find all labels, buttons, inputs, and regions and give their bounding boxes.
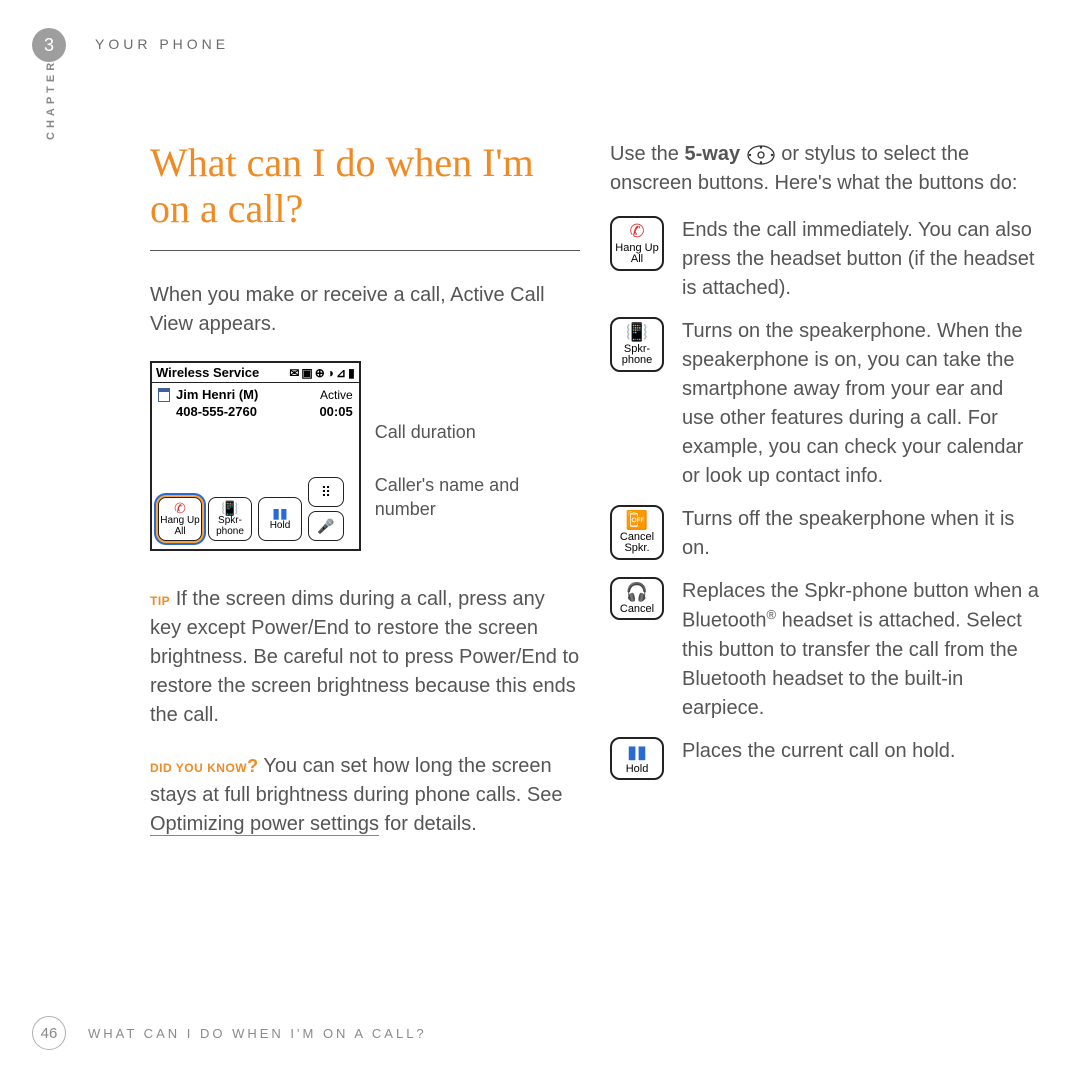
cancel-spkr-icon-box: 📴 Cancel Spkr. <box>610 505 664 560</box>
spkr-desc: Turns on the speakerphone. When the spea… <box>682 317 1040 491</box>
sync-icon: ◑ <box>327 366 334 380</box>
hold-button[interactable]: ▮▮ Hold <box>258 497 302 541</box>
chapter-number: 3 <box>44 35 54 56</box>
pause-icon: ▮▮ <box>627 743 647 762</box>
five-way-label: 5-way <box>684 143 740 165</box>
page-number: 46 <box>41 1025 58 1042</box>
dyk-text2: for details. <box>379 813 477 835</box>
phone-status-icons: ✉ ▣ ⊕ ◑ ⊿ ▮ <box>289 366 354 380</box>
phone-screenshot: Wireless Service ✉ ▣ ⊕ ◑ ⊿ ▮ Jim Henri (… <box>150 361 361 551</box>
page-number-badge: 46 <box>32 1016 66 1050</box>
cancel-bt-icon-label: Cancel <box>620 604 654 616</box>
hold-label: Hold <box>270 521 291 532</box>
right-intro-1: Use the <box>610 143 684 165</box>
hangup-icon-box: ✆ Hang Up All <box>610 216 664 271</box>
tip-tag: TIP <box>150 594 170 608</box>
cancel-spkr-icon-label: Cancel Spkr. <box>614 532 660 555</box>
spkr-icon-label: Spkr-phone <box>614 344 660 367</box>
hold-icon-label: Hold <box>626 764 649 776</box>
spkr-label: Spkr-phone <box>209 516 251 537</box>
phone-hangup-icon: ✆ <box>174 501 186 516</box>
caller-name: Jim Henri (M) <box>176 387 258 402</box>
spkr-icon-box: 📳 Spkr-phone <box>610 317 664 372</box>
footer-title: WHAT CAN I DO WHEN I'M ON A CALL? <box>88 1026 427 1041</box>
registered-mark-icon: ® <box>767 607 777 622</box>
target-icon: ⊕ <box>315 366 325 380</box>
active-call-figure: Wireless Service ✉ ▣ ⊕ ◑ ⊿ ▮ Jim Henri (… <box>150 361 580 551</box>
speaker-off-icon: 📴 <box>626 511 648 530</box>
hangup-icon-label: Hang Up All <box>614 243 660 266</box>
question-mark-icon: ? <box>247 756 258 776</box>
battery-icon: ▮ <box>348 366 355 380</box>
mic-icon: 🎤 <box>317 519 334 534</box>
msg-icon: ✉ <box>289 366 299 380</box>
hangup-label: Hang Up All <box>159 516 201 537</box>
phone-hangup-icon: ✆ <box>629 222 644 241</box>
chapter-number-badge: 3 <box>32 28 66 62</box>
hangup-button[interactable]: ✆ Hang Up All <box>158 497 202 541</box>
hold-desc: Places the current call on hold. <box>682 737 1040 766</box>
mute-button[interactable]: 🎤 <box>308 511 344 541</box>
pause-icon: ▮▮ <box>272 506 287 521</box>
dyk-tag: DID YOU KNOW <box>150 761 247 775</box>
dialpad-icon: ⠿ <box>321 485 331 500</box>
intro-paragraph: When you make or receive a call, Active … <box>150 281 580 339</box>
bt-icon: ▣ <box>301 366 312 380</box>
callout-caller: Caller's name and number <box>375 474 580 521</box>
caller-number: 408-555-2760 <box>176 404 257 419</box>
optimize-power-link[interactable]: Optimizing power settings <box>150 813 379 836</box>
call-status: Active <box>320 388 353 402</box>
cancel-spkr-desc: Turns off the speakerphone when it is on… <box>682 505 1040 563</box>
dialpad-button[interactable]: ⠿ <box>308 477 344 507</box>
right-intro: Use the 5-way or stylus to select the on… <box>610 140 1040 198</box>
speakerphone-button[interactable]: 📳 Spkr-phone <box>208 497 252 541</box>
five-way-icon <box>746 144 776 166</box>
tip-text: If the screen dims during a call, press … <box>150 588 579 726</box>
signal-icon: ⊿ <box>336 366 346 380</box>
cancel-bt-icon-box: 🎧 Cancel <box>610 577 664 620</box>
call-duration-value: 00:05 <box>319 404 352 419</box>
page-heading: What can I do when I'm on a call? <box>150 140 580 251</box>
tip-block: TIP If the screen dims during a call, pr… <box>150 585 580 839</box>
hold-icon-box: ▮▮ Hold <box>610 737 664 780</box>
speaker-icon: 📳 <box>221 501 238 516</box>
carrier-label: Wireless Service <box>156 365 259 380</box>
chapter-side-label: CHAPTER <box>45 59 57 140</box>
cancel-bt-desc: Replaces the Spkr-phone button when a Bl… <box>682 577 1040 723</box>
header-title: YOUR PHONE <box>95 36 229 52</box>
headset-cancel-icon: 🎧 <box>626 583 648 602</box>
hangup-desc: Ends the call immediately. You can also … <box>682 216 1040 303</box>
speaker-icon: 📳 <box>626 323 648 342</box>
callout-duration: Call duration <box>375 421 580 444</box>
contact-card-icon <box>158 388 170 402</box>
